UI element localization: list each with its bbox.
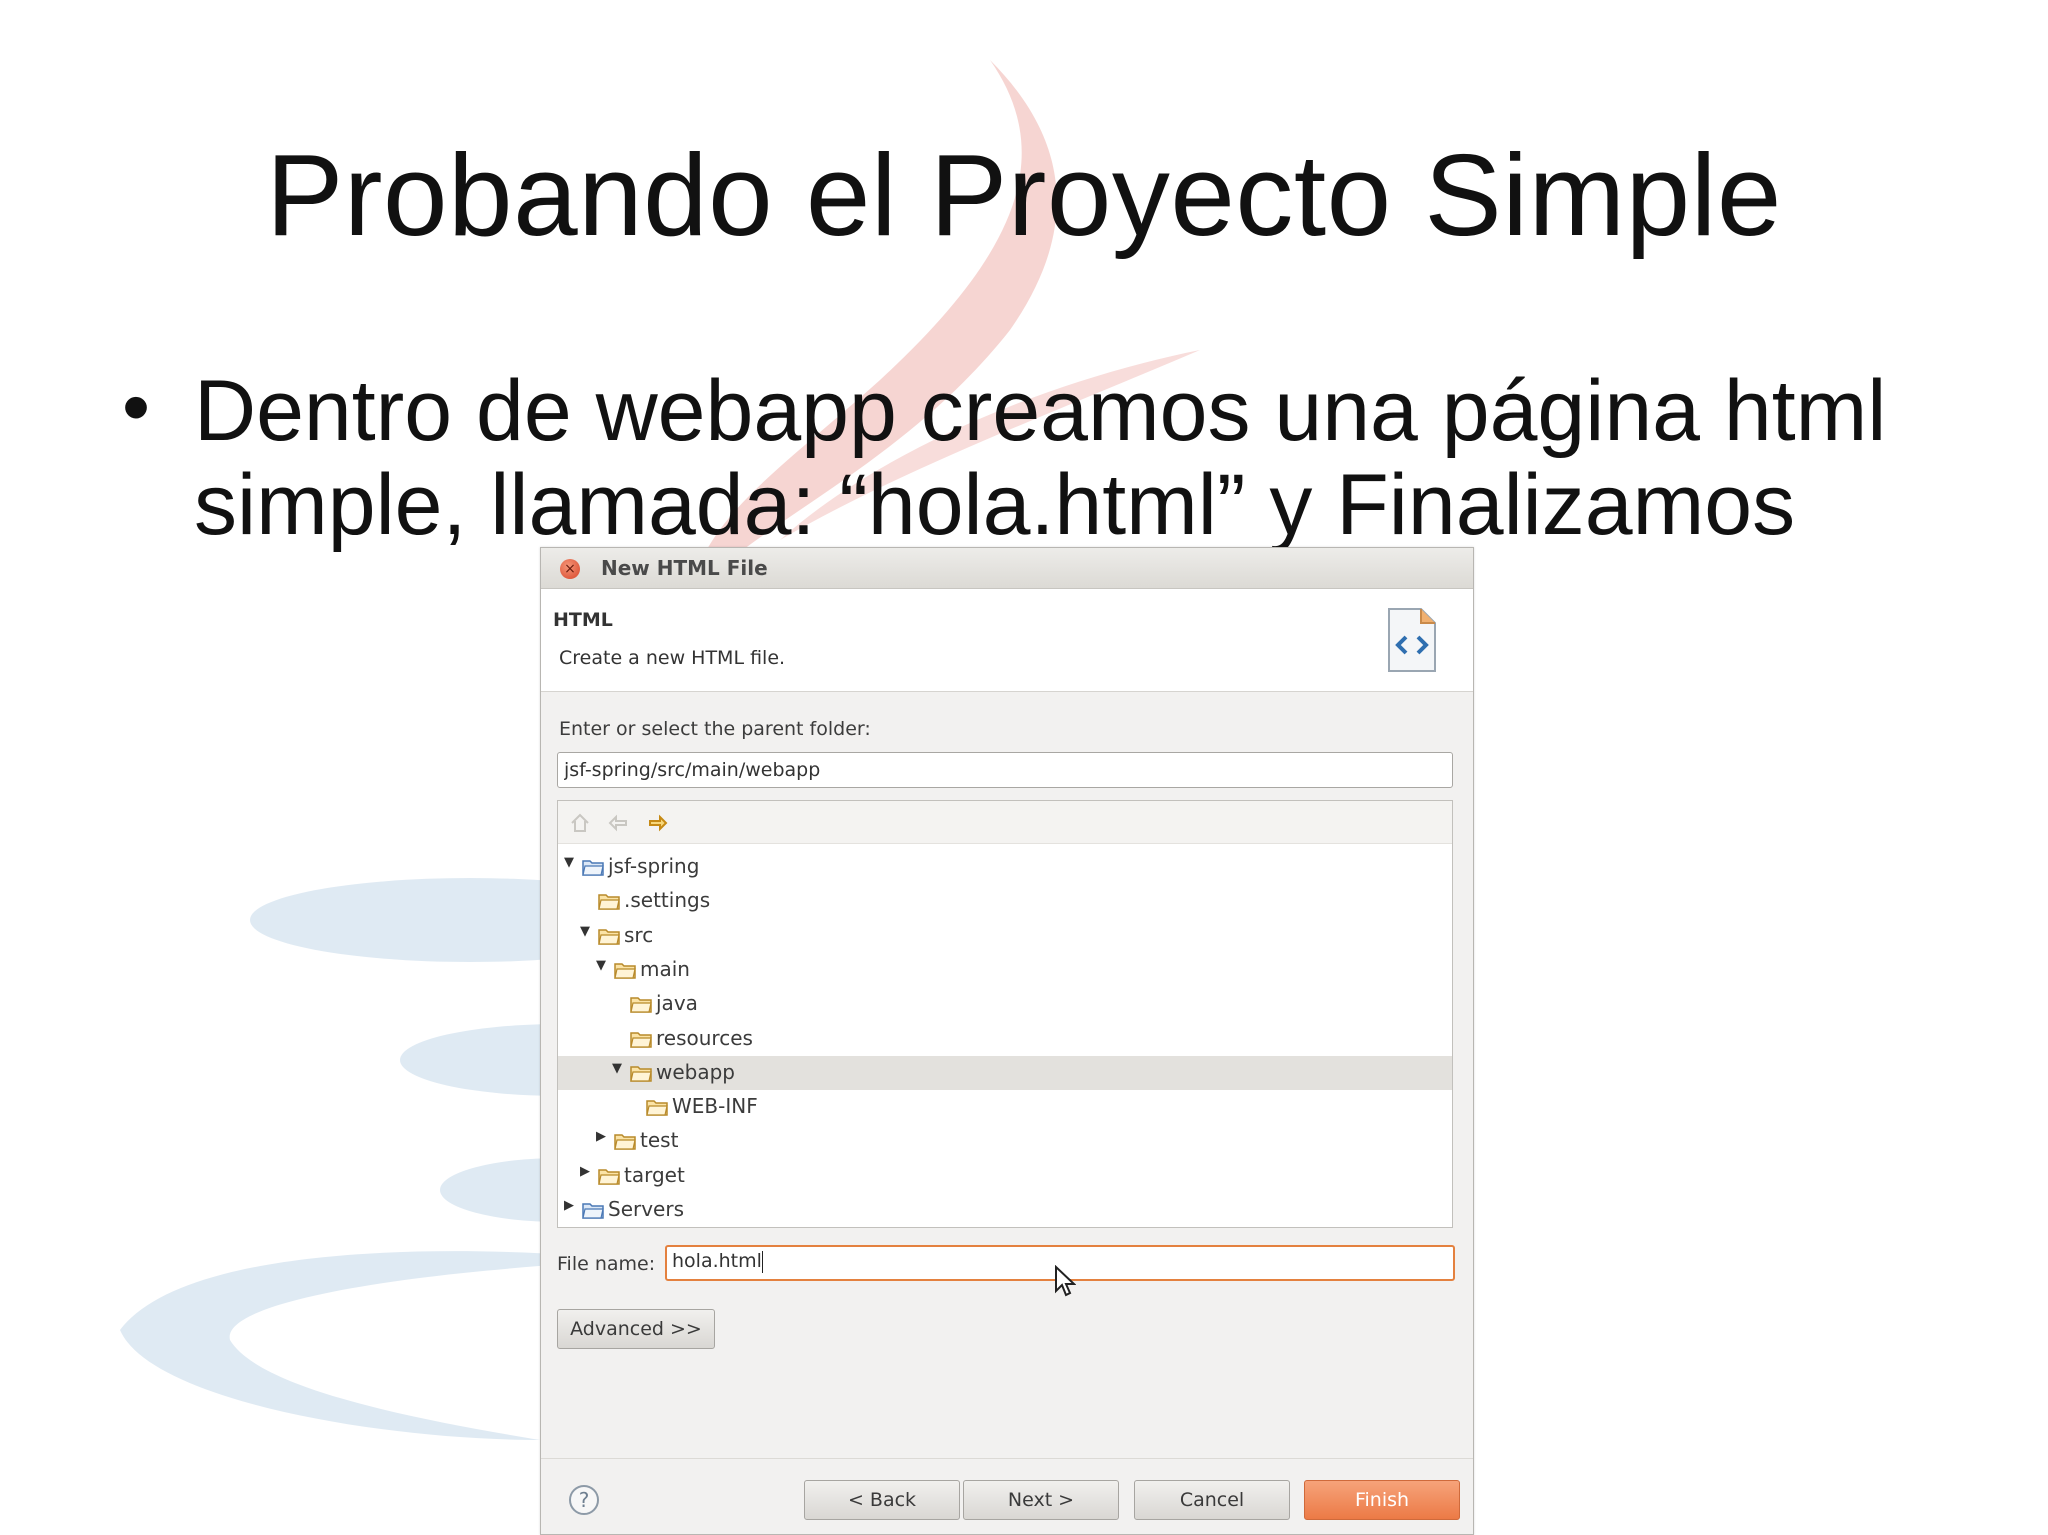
tree-toolbar <box>558 801 1452 844</box>
collapse-arrow-icon[interactable]: ▶ <box>596 1129 606 1144</box>
folder-icon <box>614 1134 636 1151</box>
expand-arrow-icon[interactable]: ▼ <box>580 924 590 939</box>
mouse-cursor-icon <box>1055 1265 1076 1297</box>
expand-arrow-icon[interactable]: ▼ <box>564 855 574 870</box>
tree-item-main[interactable]: ▼ main <box>558 953 1452 987</box>
dialog-titlebar[interactable]: × New HTML File <box>541 548 1473 589</box>
collapse-arrow-icon[interactable]: ▶ <box>580 1164 590 1179</box>
folder-tree[interactable]: ▼ jsf-spring .settings ▼ src ▼ main java resourc… <box>557 800 1453 1228</box>
tree-item-label: src <box>624 922 654 947</box>
folder-icon <box>630 1031 652 1048</box>
tree-item-test[interactable]: ▶ test <box>558 1124 1452 1158</box>
tree-item-java[interactable]: java <box>558 987 1452 1021</box>
expand-arrow-icon[interactable]: ▼ <box>596 958 606 973</box>
tree-item-jsf-spring[interactable]: ▼ jsf-spring <box>558 850 1452 884</box>
slide-title: Probando el Proyecto Simple <box>266 130 1782 260</box>
folder-icon <box>598 1168 620 1185</box>
tree-item-label: test <box>640 1128 679 1153</box>
new-html-file-dialog: × New HTML File HTML Create a new HTML f… <box>540 547 1474 1535</box>
folder-icon <box>630 997 652 1013</box>
tree-item-target[interactable]: ▶ target <box>558 1159 1452 1193</box>
bottom-separator <box>541 1458 1473 1459</box>
window-title: New HTML File <box>601 556 768 580</box>
bullet-line-1: Dentro de webapp creamos una página html <box>194 363 1887 459</box>
back-arrow-icon[interactable] <box>606 811 630 835</box>
tree-item-src[interactable]: ▼ src <box>558 919 1452 953</box>
tree-item-label: WEB-INF <box>672 1094 758 1119</box>
bullet-dot: • <box>122 362 151 451</box>
bullet-text: • Dentro de webapp creamos una página ht… <box>122 362 1922 553</box>
finish-button[interactable]: Finish <box>1304 1480 1460 1520</box>
tree-item-label: jsf-spring <box>608 854 700 878</box>
project-folder-icon <box>582 860 604 876</box>
file-name-label: File name: <box>557 1253 656 1275</box>
advanced-button[interactable]: Advanced >> <box>557 1309 715 1349</box>
collapse-arrow-icon[interactable]: ▶ <box>564 1198 574 1213</box>
back-button[interactable]: < Back <box>804 1480 960 1520</box>
bullet-line-2: simple, llamada: “hola.html” y Finalizam… <box>194 457 1796 553</box>
tree-item-label: .settings <box>624 888 711 913</box>
close-icon[interactable]: × <box>560 559 580 579</box>
file-name-value: hola.html <box>672 1250 762 1272</box>
tree-item-label: webapp <box>656 1059 736 1084</box>
wizard-title: HTML <box>553 609 613 631</box>
forward-arrow-icon[interactable] <box>646 811 670 835</box>
tree-item-label: resources <box>656 1025 753 1050</box>
project-folder-icon <box>582 1203 604 1219</box>
tree-item-resources[interactable]: resources <box>558 1022 1452 1056</box>
html-file-icon <box>1388 608 1436 672</box>
expand-arrow-icon[interactable]: ▼ <box>612 1061 622 1076</box>
folder-icon <box>646 1100 668 1116</box>
tree-item-label: main <box>640 956 690 981</box>
folder-icon <box>598 928 620 945</box>
tree-item-web-inf[interactable]: WEB-INF <box>558 1090 1452 1124</box>
text-caret <box>761 1250 763 1273</box>
help-icon[interactable]: ? <box>569 1485 599 1515</box>
cancel-button[interactable]: Cancel <box>1134 1480 1290 1520</box>
home-icon[interactable] <box>568 811 592 835</box>
tree-item-label: java <box>656 991 698 1016</box>
next-button[interactable]: Next > <box>963 1480 1119 1520</box>
tree-item-label: target <box>624 1162 685 1187</box>
tree-item-servers[interactable]: ▶ Servers <box>558 1193 1452 1227</box>
folder-icon <box>630 1066 652 1082</box>
parent-folder-input[interactable] <box>557 752 1453 788</box>
tree-item-label: Servers <box>608 1197 685 1221</box>
folder-icon <box>614 963 636 979</box>
wizard-header: HTML Create a new HTML file. <box>541 589 1473 692</box>
tree-item-webapp[interactable]: ▼ webapp <box>558 1055 1452 1090</box>
parent-folder-label: Enter or select the parent folder: <box>559 718 871 740</box>
folder-icon <box>598 894 620 911</box>
wizard-description: Create a new HTML file. <box>559 647 786 669</box>
tree-item-settings[interactable]: .settings <box>558 884 1452 918</box>
